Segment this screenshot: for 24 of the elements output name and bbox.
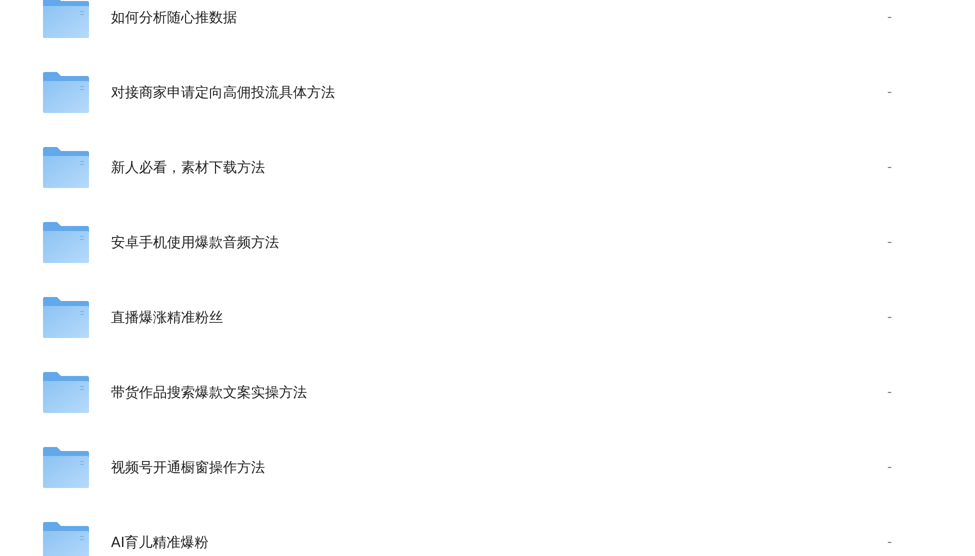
folder-name[interactable]: 如何分析随心推数据 [111, 8, 888, 26]
file-size: - [887, 235, 892, 250]
file-size: - [887, 310, 892, 325]
folder-icon[interactable] [43, 72, 89, 113]
file-size: - [887, 460, 892, 475]
file-size: - [887, 535, 892, 550]
folder-icon[interactable] [43, 372, 89, 413]
folder-icon[interactable] [43, 522, 89, 556]
folder-icon[interactable] [43, 147, 89, 188]
folder-name[interactable]: 直播爆涨精准粉丝 [111, 308, 888, 326]
file-size: - [887, 10, 892, 25]
folder-icon[interactable] [43, 447, 89, 488]
folder-name[interactable]: AI育儿精准爆粉 [111, 534, 888, 552]
folder-icon[interactable] [43, 222, 89, 263]
folder-name[interactable]: 新人必看，素材下载方法 [111, 158, 888, 176]
file-size: - [887, 385, 892, 400]
folder-name[interactable]: 带货作品搜索爆款文案实操方法 [111, 384, 888, 402]
file-size: - [887, 85, 892, 100]
folder-name[interactable]: 视频号开通橱窗操作方法 [111, 458, 888, 476]
folder-icon[interactable] [43, 0, 89, 38]
file-size: - [887, 160, 892, 175]
folder-icon[interactable] [43, 297, 89, 338]
folder-name[interactable]: 安卓手机使用爆款音频方法 [111, 234, 888, 252]
folder-name[interactable]: 对接商家申请定向高佣投流具体方法 [111, 84, 888, 102]
